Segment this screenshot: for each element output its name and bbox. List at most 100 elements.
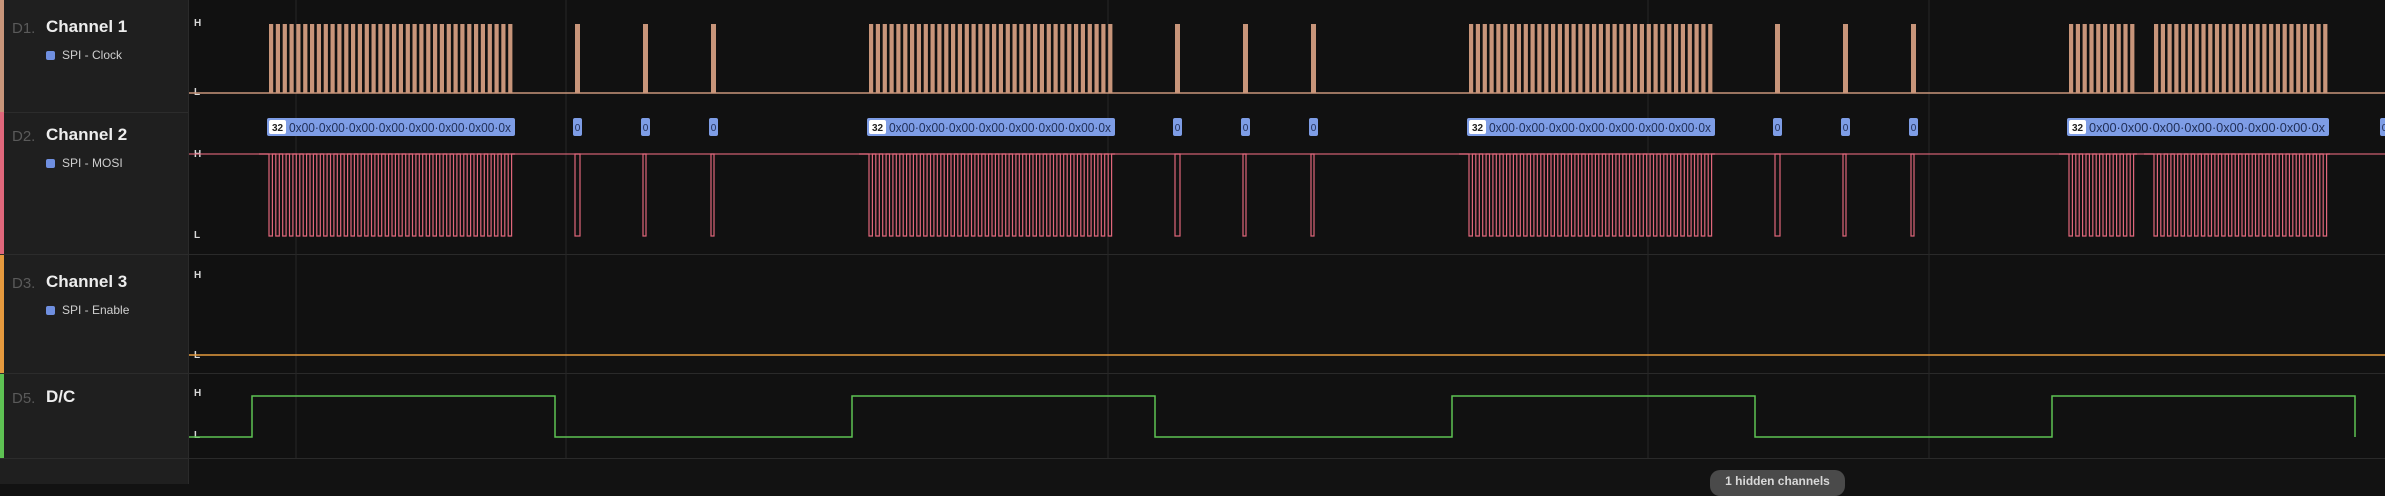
clock-pulse <box>2255 24 2260 93</box>
clock-pulse <box>405 24 410 93</box>
clock-pulse <box>385 24 390 93</box>
clock-pulse <box>1843 24 1848 93</box>
clock-pulse <box>1571 24 1576 93</box>
clock-pulse <box>869 24 874 93</box>
channel-name[interactable]: Channel 1 <box>46 17 127 37</box>
clock-pulse <box>875 24 880 93</box>
clock-pulse <box>1530 24 1535 93</box>
clock-pulse <box>2123 24 2128 93</box>
clock-pulse <box>2235 24 2240 93</box>
clock-pulse <box>1701 24 1706 93</box>
channel-name[interactable]: D/C <box>46 387 75 407</box>
channel-sidebar: D1. Channel 1 SPI - Clock D2. Channel 2 … <box>0 0 189 484</box>
clock-pulse <box>323 24 328 93</box>
clock-pulse <box>2089 24 2094 93</box>
clock-pulse <box>1557 24 1562 93</box>
clock-pulse <box>1660 24 1665 93</box>
decode-bytes: 0x00·0x00·0x00·0x00·0x00·0x00·0x00·0x <box>1489 120 1711 135</box>
channel-name[interactable]: Channel 2 <box>46 125 127 145</box>
clock-pulse <box>2082 24 2087 93</box>
clock-pulse <box>910 24 915 93</box>
clock-pulse <box>2214 24 2220 93</box>
decode-bytes: 0x00·0x00·0x00·0x00·0x00·0x00·0x00·0x <box>2089 120 2325 135</box>
clock-pulse <box>2069 24 2074 93</box>
channel-row-4[interactable]: D5. D/C <box>0 374 188 459</box>
clock-pulse <box>1775 24 1780 93</box>
clock-pulse <box>1108 24 1113 93</box>
mosi-single-trace <box>1842 153 1847 237</box>
clock-pulse <box>2160 24 2165 93</box>
clock-pulse <box>1005 24 1010 93</box>
analyzer-tag[interactable]: SPI - Enable <box>46 303 129 317</box>
clock-pulse <box>1680 24 1685 93</box>
channel-row-2[interactable]: D2. Channel 2 SPI - MOSI <box>0 112 188 255</box>
clock-pulse <box>575 24 580 93</box>
clock-pulse <box>964 24 969 93</box>
channel-color-bar <box>0 374 4 458</box>
waveform-area[interactable]: H L H L H L H L 320x00·0x00·0x00·0x00·0x… <box>189 0 2385 484</box>
clock-pulse <box>1067 24 1072 93</box>
clock-pulse <box>2103 24 2108 93</box>
clock-pulse <box>316 24 321 93</box>
decode-single-value: 0 <box>1175 123 1181 134</box>
clock-pulse <box>1544 24 1549 93</box>
clock-pulse <box>643 24 648 93</box>
hidden-channels-badge[interactable]: 1 hidden channels <box>1710 470 1845 496</box>
clock-pulse <box>916 24 921 93</box>
decode-count: 32 <box>1472 123 1484 134</box>
clock-pulse <box>992 24 997 93</box>
clock-pulse <box>1019 24 1024 93</box>
clock-pulse <box>371 24 376 93</box>
clock-pulse <box>392 24 397 93</box>
clock-pulse <box>1585 24 1590 93</box>
clock-pulse <box>439 24 444 93</box>
clock-pulse <box>282 24 287 93</box>
analyzer-tag[interactable]: SPI - MOSI <box>46 156 123 170</box>
channel-row-1[interactable]: D1. Channel 1 SPI - Clock <box>0 0 188 113</box>
clock-pulse <box>296 24 301 93</box>
clock-pulse <box>1564 24 1569 93</box>
clock-pulse <box>487 24 492 93</box>
analyzer-tag[interactable]: SPI - Clock <box>46 48 122 62</box>
clock-pulse <box>494 24 499 93</box>
mosi-single-trace <box>574 153 581 237</box>
clock-pulse <box>2208 24 2213 93</box>
decode-bytes: 0x00·0x00·0x00·0x00·0x00·0x00·0x00·0x <box>289 120 511 135</box>
clock-pulse <box>2269 24 2274 93</box>
clock-pulse <box>310 24 315 93</box>
clock-pulse <box>2174 24 2179 93</box>
clock-pulse <box>951 24 956 93</box>
channel-name[interactable]: Channel 3 <box>46 272 127 292</box>
clock-pulse <box>2302 24 2308 93</box>
waveform-canvas[interactable]: 32 0x00·0x00·0x00·0x00·0x00·0x00·0x00·0x 0… <box>189 0 2385 484</box>
clock-pulse <box>1646 24 1651 93</box>
clock-pulse <box>711 24 716 93</box>
clock-pulse <box>1489 24 1494 93</box>
clock-pulse <box>378 24 383 93</box>
channel-index: D2. <box>12 128 36 145</box>
clock-pulse <box>419 24 424 93</box>
clock-pulse <box>1694 24 1699 93</box>
mosi-single-trace <box>710 153 715 237</box>
channel-color-bar <box>0 0 4 112</box>
decode-single-value: 0 <box>1311 123 1317 134</box>
clock-pulse <box>1087 24 1092 93</box>
clock-pulse <box>1243 24 1248 93</box>
clock-pulse <box>1026 24 1031 93</box>
clock-pulse <box>1551 24 1556 93</box>
clock-pulse <box>2096 24 2101 93</box>
channel-row-3[interactable]: D3. Channel 3 SPI - Enable <box>0 255 188 374</box>
clock-pulse <box>1619 24 1624 93</box>
mosi-single-trace <box>642 153 647 237</box>
mosi-burst-trace <box>2059 153 2137 237</box>
clock-pulse <box>944 24 949 93</box>
clock-pulse <box>467 24 472 93</box>
mosi-burst-trace <box>2144 153 2330 237</box>
clock-pulse <box>1516 24 1521 93</box>
clock-pulse <box>303 24 308 93</box>
decode-bytes: 0x00·0x00·0x00·0x00·0x00·0x00·0x00·0x <box>889 120 1111 135</box>
decode-single-value: 0 <box>575 123 581 134</box>
clock-pulse <box>1080 24 1085 93</box>
clock-pulse <box>896 24 901 93</box>
clock-pulse <box>2262 24 2267 93</box>
